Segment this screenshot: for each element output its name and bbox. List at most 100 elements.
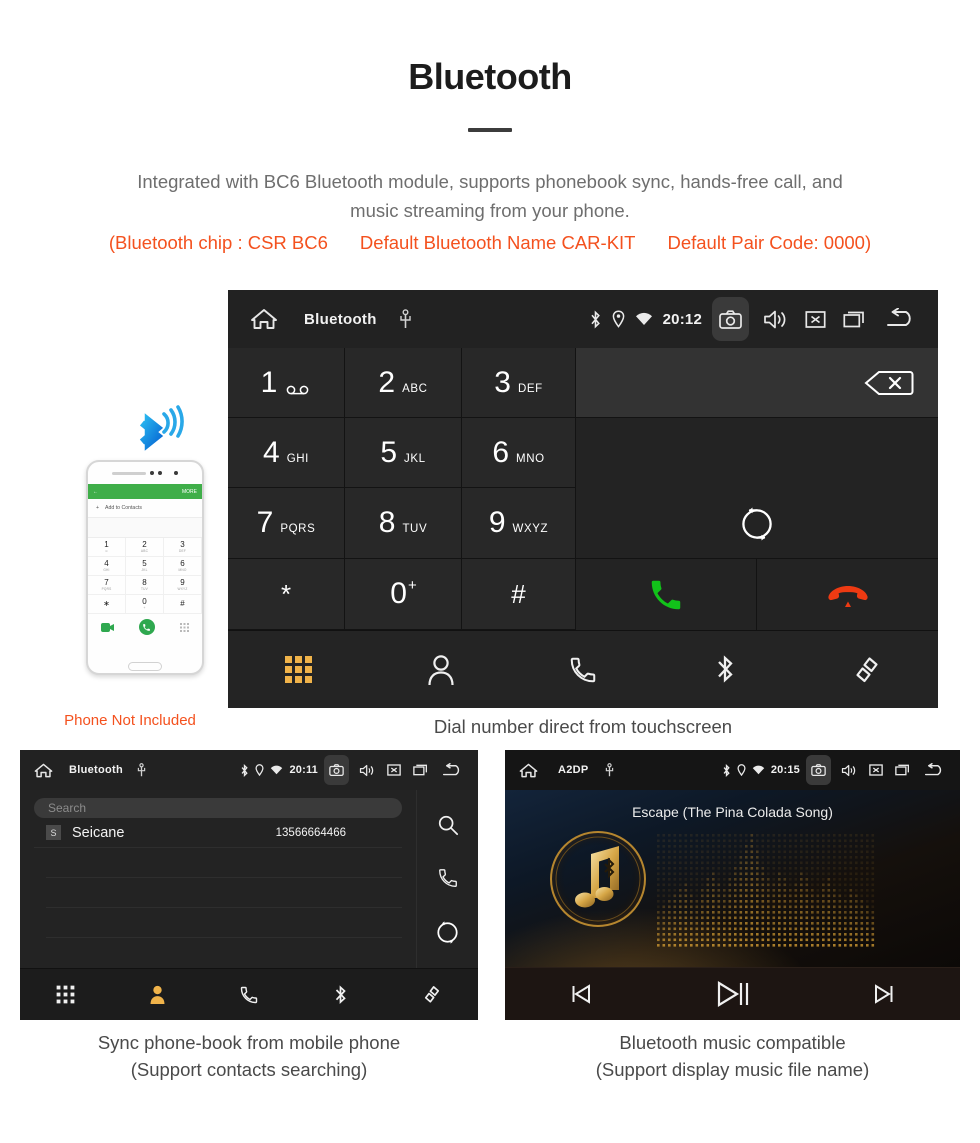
key-hash[interactable]: # (462, 559, 576, 630)
search-placeholder: Search (48, 801, 87, 815)
backspace-icon[interactable] (864, 370, 914, 396)
sync-icon[interactable] (740, 507, 774, 541)
search-icon[interactable] (437, 814, 459, 836)
contacts-screen: Bluetooth 20:11 Search S Seicane 1356666… (20, 750, 478, 1020)
phone-call-button (138, 619, 155, 635)
nav-contacts[interactable] (112, 984, 204, 1005)
system-nav-group (359, 762, 464, 778)
dialer-statusbar: Bluetooth 20:12 (228, 290, 938, 348)
phone-more-label: MORE (182, 488, 197, 495)
contacts-body: Search S Seicane 13566664466 (20, 790, 478, 968)
camera-icon[interactable] (324, 755, 349, 785)
home-icon[interactable] (34, 762, 53, 779)
key-6[interactable]: 6 MNO (462, 418, 576, 488)
back-icon[interactable] (923, 762, 946, 778)
close-box-icon[interactable] (805, 309, 826, 330)
close-box-icon[interactable] (869, 763, 883, 777)
key-3[interactable]: 3 DEF (462, 348, 576, 418)
nav-link[interactable] (796, 654, 938, 686)
key-0[interactable]: 0 + (345, 559, 462, 630)
location-icon (737, 764, 746, 776)
contacts-title: Bluetooth (69, 764, 124, 776)
recents-icon[interactable] (843, 309, 867, 330)
title-divider (468, 128, 512, 132)
phone-number-area (88, 518, 202, 538)
a2dp-title: A2DP (558, 764, 589, 776)
phone-keypad: 1 ∞ 2 ABC 3 DEF 4 GHI 5 JKL 6 MNO 7 PQRS 8 TUV 9… (88, 538, 202, 614)
phone-key: 6 MNO (164, 557, 202, 576)
number-display[interactable] (576, 348, 938, 418)
key-1[interactable]: 1 (228, 348, 345, 418)
contact-number: 13566664466 (275, 826, 346, 839)
home-icon[interactable] (519, 762, 538, 779)
back-icon[interactable] (441, 762, 464, 778)
key-2[interactable]: 2 ABC (345, 348, 462, 418)
nav-call-log[interactable] (203, 985, 295, 1005)
a2dp-stage: Escape (The Pina Colada Song) (505, 790, 960, 967)
spec-note: (Bluetooth chip : CSR BC6 Default Bluetoo… (0, 232, 980, 254)
wifi-icon (752, 765, 765, 775)
bluetooth-icon (240, 763, 249, 777)
system-nav-group (763, 308, 918, 330)
nav-keypad[interactable] (20, 985, 112, 1004)
status-icon-group: 20:15 (722, 755, 831, 785)
nav-link[interactable] (386, 984, 478, 1005)
camera-icon[interactable] (712, 297, 749, 341)
dialer-navbar (228, 630, 938, 708)
home-icon[interactable] (250, 307, 278, 331)
status-icon-group: 20:12 (589, 297, 749, 341)
close-box-icon[interactable] (387, 763, 401, 777)
sync-icon[interactable] (436, 921, 459, 944)
nav-bluetooth[interactable] (295, 984, 387, 1006)
key-star[interactable]: * (228, 559, 345, 630)
spec-bt-name: Default Bluetooth Name CAR-KIT (359, 232, 636, 254)
volume-icon[interactable] (359, 764, 375, 777)
table-row[interactable] (46, 878, 402, 908)
phone-key: 1 ∞ (88, 538, 126, 557)
phone-not-included-label: Phone Not Included (64, 712, 196, 729)
nav-keypad[interactable] (228, 655, 370, 685)
usb-icon (399, 309, 412, 329)
hangup-button[interactable] (757, 559, 938, 630)
contacts-side-actions (416, 790, 478, 968)
contacts-list: Search S Seicane 13566664466 (20, 790, 416, 968)
usb-icon (137, 763, 146, 777)
call-button[interactable] (576, 559, 757, 630)
volume-icon[interactable] (841, 764, 857, 777)
contacts-caption: Sync phone-book from mobile phone (Suppo… (20, 1030, 478, 1084)
table-row[interactable] (46, 908, 402, 938)
intro-line-2: music streaming from your phone. (350, 199, 630, 221)
phone-body: ← MORE + Add to Contacts 1 ∞ 2 ABC 3 DEF 4G… (86, 460, 204, 675)
key-5[interactable]: 5 JKL (345, 418, 462, 488)
contact-name: Seicane (72, 824, 125, 841)
key-9[interactable]: 9 WXYZ (462, 488, 576, 559)
dialer-caption: Dial number direct from touchscreen (433, 716, 733, 737)
back-icon[interactable] (884, 308, 918, 330)
next-track-button[interactable] (808, 981, 960, 1007)
table-row[interactable]: S Seicane 13566664466 (34, 818, 402, 848)
camera-icon[interactable] (806, 755, 831, 785)
nav-contacts[interactable] (370, 654, 512, 686)
key-8[interactable]: 8 TUV (345, 488, 462, 559)
dialer-keypad: 1 2 ABC 3 DEF 4 GHI 5 JKL 6 MNO 7 PQRS 8 TUV 9 (228, 348, 938, 630)
recents-icon[interactable] (413, 763, 429, 777)
previous-track-button[interactable] (505, 981, 657, 1007)
nav-bluetooth[interactable] (654, 653, 796, 686)
videocall-icon (100, 622, 114, 632)
key-4[interactable]: 4 GHI (228, 418, 345, 488)
key-7[interactable]: 7 PQRS (228, 488, 345, 559)
phone-key: 2 ABC (126, 538, 164, 557)
recents-icon[interactable] (895, 763, 911, 777)
contacts-navbar (20, 968, 478, 1020)
phone-key: ∗ (88, 595, 126, 614)
phone-key: 4 GHI (88, 557, 126, 576)
play-pause-button[interactable] (657, 978, 809, 1010)
search-input[interactable]: Search (34, 798, 402, 818)
location-icon (612, 310, 625, 328)
volume-icon[interactable] (763, 309, 788, 330)
nav-call-log[interactable] (512, 655, 654, 685)
table-row[interactable] (46, 848, 402, 878)
clock-label: 20:15 (770, 764, 800, 776)
a2dp-statusbar: A2DP 20:15 (505, 750, 960, 790)
call-icon[interactable] (437, 867, 459, 889)
